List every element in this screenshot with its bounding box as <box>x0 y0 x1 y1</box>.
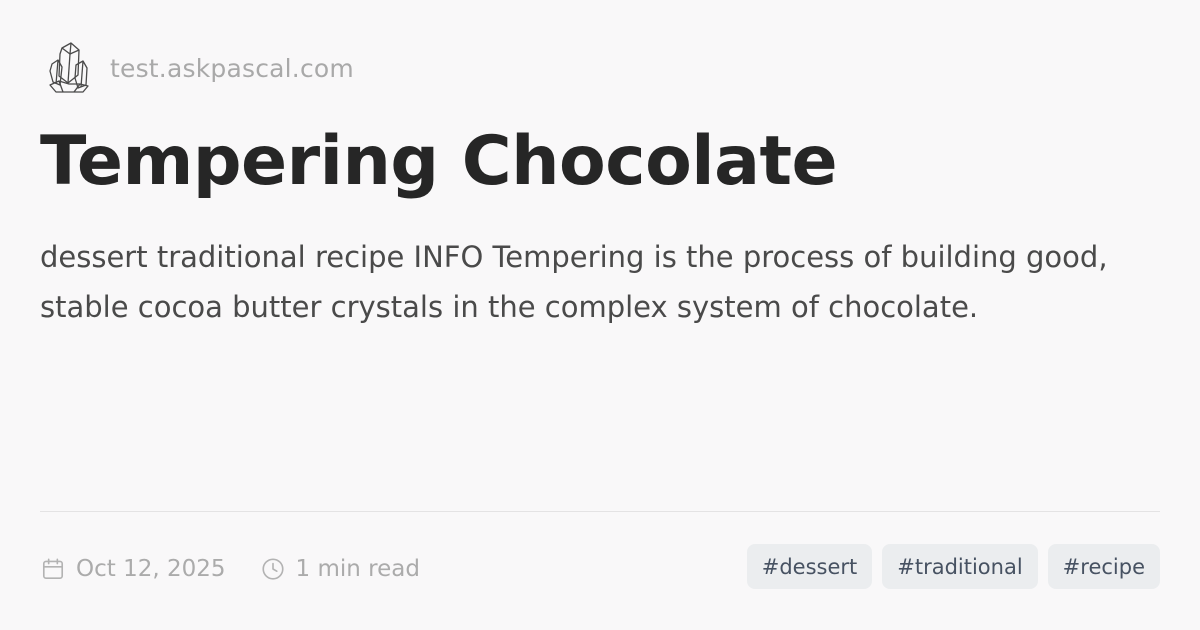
tag-traditional[interactable]: #traditional <box>882 544 1038 589</box>
publish-date-text: Oct 12, 2025 <box>76 556 226 582</box>
site-domain[interactable]: test.askpascal.com <box>110 54 354 83</box>
tag-list: #dessert #traditional #recipe <box>737 544 1160 589</box>
calendar-icon <box>42 558 64 580</box>
clock-icon <box>261 558 284 580</box>
tag-dessert[interactable]: #dessert <box>746 544 873 589</box>
site-header: test.askpascal.com <box>44 40 354 96</box>
footer-divider <box>40 511 1160 512</box>
crystal-cluster-icon <box>49 42 89 93</box>
read-time-text: 1 min read <box>295 556 420 582</box>
tag-recipe[interactable]: #recipe <box>1047 544 1160 589</box>
page-description: dessert traditional recipe INFO Temperin… <box>40 240 1108 324</box>
post-meta: Oct 12, 2025 1 min read <box>40 549 420 589</box>
page-title: Tempering Chocolate <box>40 122 838 201</box>
publish-date: Oct 12, 2025 <box>40 556 226 582</box>
read-time: 1 min read <box>260 556 420 582</box>
